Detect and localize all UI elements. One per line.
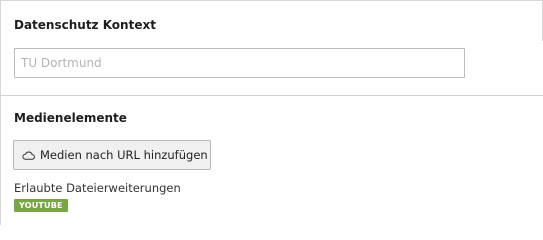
- privacy-context-input[interactable]: [14, 48, 465, 78]
- cloud-icon: [22, 149, 35, 161]
- privacy-context-label: Datenschutz Kontext: [14, 18, 156, 32]
- form-panel: Datenschutz Kontext Medienelemente Medie…: [0, 0, 543, 225]
- media-elements-section: Medienelemente Medien nach URL hinzufüge…: [1, 96, 543, 226]
- add-media-by-url-button[interactable]: Medien nach URL hinzufügen: [13, 140, 211, 170]
- media-elements-label: Medienelemente: [14, 111, 127, 125]
- extension-badge-youtube: YOUTUBE: [14, 199, 68, 212]
- privacy-context-section: Datenschutz Kontext: [1, 1, 543, 96]
- add-media-button-label: Medien nach URL hinzufügen: [40, 148, 208, 162]
- allowed-extensions-label: Erlaubte Dateierweiterungen: [14, 181, 181, 195]
